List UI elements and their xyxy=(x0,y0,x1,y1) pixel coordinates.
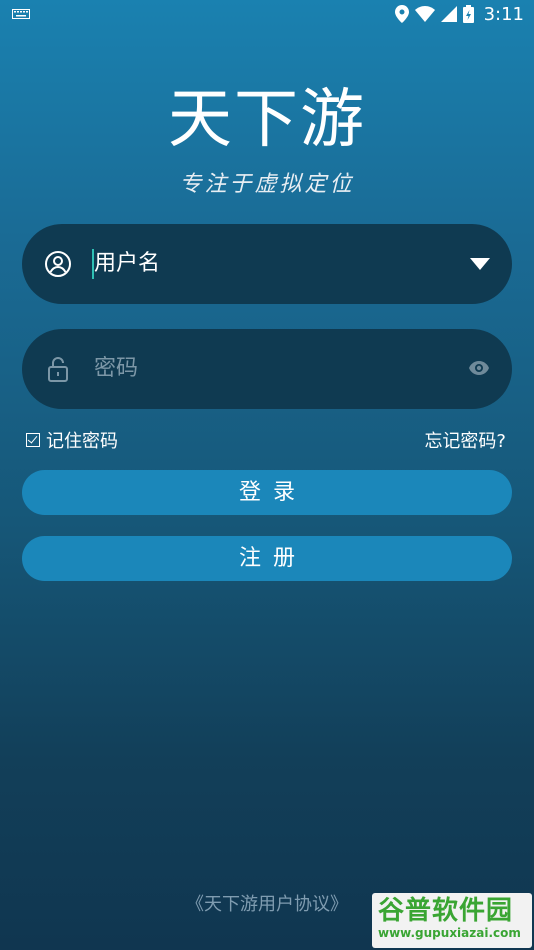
password-input[interactable]: 密码 xyxy=(94,329,138,409)
app-title: 天下游 xyxy=(168,83,366,157)
watermark-url: www.gupuxiazai.com xyxy=(378,926,521,940)
status-bar: 3:11 xyxy=(0,0,534,28)
password-field[interactable]: 密码 xyxy=(22,329,512,409)
register-button[interactable]: 注册 xyxy=(22,536,512,581)
options-row: 记住密码 忘记密码? xyxy=(26,427,506,453)
lock-icon xyxy=(48,357,68,382)
dropdown-arrow-icon[interactable] xyxy=(470,258,490,270)
location-icon xyxy=(394,5,409,23)
remember-checkbox[interactable] xyxy=(26,433,40,447)
status-time: 3:11 xyxy=(483,3,524,25)
login-button[interactable]: 登录 xyxy=(22,470,512,515)
text-cursor xyxy=(92,249,94,279)
username-field[interactable]: 用户名 xyxy=(22,224,512,304)
app-slogan: 专注于虚拟定位 xyxy=(179,172,355,197)
remember-password[interactable]: 记住密码 xyxy=(26,427,118,453)
eye-icon[interactable] xyxy=(468,360,490,376)
forgot-password-link[interactable]: 忘记密码? xyxy=(424,427,506,453)
user-icon xyxy=(45,251,71,277)
battery-icon xyxy=(462,5,474,23)
wifi-icon xyxy=(414,6,435,22)
username-value: 用户名 xyxy=(94,251,161,276)
signal-icon xyxy=(440,6,457,22)
username-input[interactable]: 用户名 xyxy=(92,224,161,304)
watermark-logo: 谷普软件园 www.gupuxiazai.com xyxy=(372,893,532,948)
remember-label: 记住密码 xyxy=(46,431,118,452)
keyboard-icon xyxy=(12,9,30,19)
watermark-title: 谷普软件园 xyxy=(378,896,514,926)
